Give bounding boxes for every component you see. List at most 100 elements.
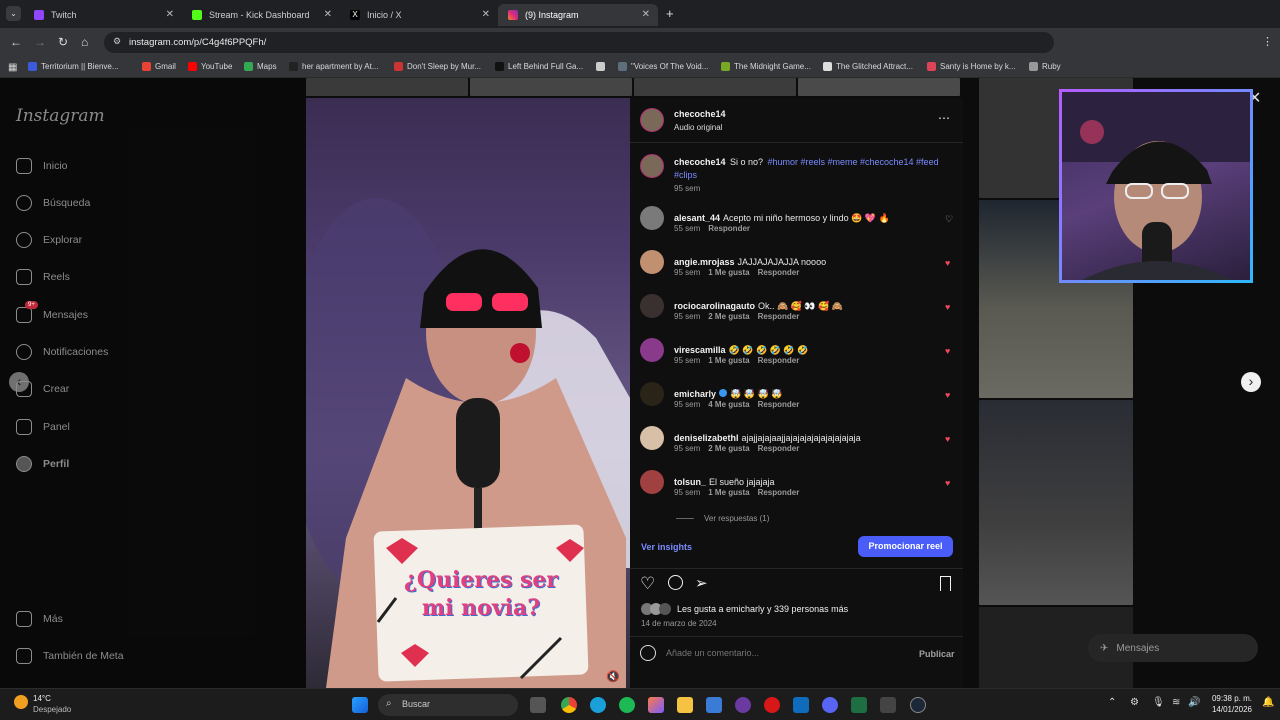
edge-icon[interactable] <box>590 697 606 713</box>
comment-reply-button[interactable]: Responder <box>758 268 800 277</box>
sidebar-item-perfil[interactable]: Perfil <box>16 456 69 472</box>
comment-reply-button[interactable]: Responder <box>758 400 800 409</box>
youtube-icon[interactable] <box>764 697 780 713</box>
more-options-icon[interactable]: ⋯ <box>938 111 950 125</box>
browser-menu-icon[interactable]: ⋮ <box>1262 35 1273 49</box>
store-icon[interactable] <box>706 697 722 713</box>
close-tab-icon[interactable]: ✕ <box>482 9 490 20</box>
comment-avatar[interactable] <box>640 470 664 494</box>
clock-date[interactable]: 14/01/2026 <box>1208 705 1252 714</box>
comment-like-icon[interactable]: ♥ <box>945 346 950 356</box>
comment-reply-button[interactable]: Responder <box>758 488 800 497</box>
comment-username[interactable]: emicharly <box>674 389 716 399</box>
bookmark-item[interactable]: Maps <box>244 62 277 71</box>
bookmark-item[interactable]: The Midnight Game... <box>721 62 811 71</box>
sidebar-item-búsqueda[interactable]: Búsqueda <box>16 195 90 211</box>
tab-twitch[interactable]: Twitch ✕ <box>24 4 182 26</box>
bookmark-item[interactable]: Gmail <box>142 62 176 71</box>
comment-reply-button[interactable]: Responder <box>758 356 800 365</box>
close-tab-icon[interactable]: ✕ <box>166 9 174 20</box>
taskbar-search[interactable]: ⌕ Buscar <box>378 694 518 716</box>
steam-icon[interactable] <box>910 697 926 713</box>
reel-video[interactable]: ¿Quieres ser mi novia? 🔇 <box>306 98 630 688</box>
comment-avatar[interactable] <box>640 294 664 318</box>
comment-like-icon[interactable]: ♥ <box>945 390 950 400</box>
author-username[interactable]: checoche14 <box>674 109 726 119</box>
discord-icon[interactable] <box>822 697 838 713</box>
sidebar-bottom-1[interactable]: También de Meta <box>16 648 124 664</box>
comment-username[interactable]: alesant_44 <box>674 213 720 223</box>
spotify-icon[interactable] <box>619 697 635 713</box>
bookmark-item[interactable]: Santy is Home by k... <box>927 62 1016 71</box>
sidebar-item-explorar[interactable]: Explorar <box>16 232 82 248</box>
back-icon[interactable]: ← <box>10 35 22 49</box>
comment-username[interactable]: tolsun_ <box>674 477 706 487</box>
task-view-icon[interactable] <box>530 697 546 713</box>
comment-likes[interactable]: 4 Me gusta <box>708 400 749 409</box>
comment-username[interactable]: deniselizabethl <box>674 433 739 443</box>
obs-icon[interactable] <box>735 697 751 713</box>
outlook-icon[interactable] <box>793 697 809 713</box>
comment-avatar[interactable] <box>640 426 664 450</box>
comment-reply-button[interactable]: Responder <box>758 444 800 453</box>
comment-username[interactable]: virescamilla <box>674 345 726 355</box>
close-tab-icon[interactable]: ✕ <box>324 9 332 20</box>
save-icon[interactable] <box>940 576 951 591</box>
next-post-button[interactable]: › <box>1241 372 1261 392</box>
weather-temp[interactable]: 14°C <box>33 694 51 703</box>
likes-summary[interactable]: Les gusta a emicharly y 339 personas más <box>677 604 848 614</box>
comment-like-icon[interactable]: ♡ <box>945 214 953 225</box>
reload-icon[interactable]: ↻ <box>58 35 68 49</box>
comment-icon[interactable] <box>668 575 683 590</box>
weather-desc[interactable]: Despejado <box>33 705 71 714</box>
comment-reply-button[interactable]: Responder <box>758 312 800 321</box>
wifi-icon[interactable]: ≋ <box>1172 697 1180 708</box>
tab-search-button[interactable]: ⌄ <box>6 6 21 21</box>
windows-start-icon[interactable] <box>352 697 368 713</box>
share-icon[interactable]: ➢ <box>695 574 708 592</box>
comment-like-icon[interactable]: ♥ <box>945 434 950 444</box>
comment-likes[interactable]: 2 Me gusta <box>708 312 749 321</box>
chrome-icon[interactable] <box>561 697 577 713</box>
instagram-logo[interactable]: Instagram <box>16 106 105 126</box>
tab-instagram[interactable]: (9) Instagram ✕ <box>498 4 658 26</box>
network-icon[interactable]: ⚙ <box>1130 697 1139 708</box>
sidebar-item-crear[interactable]: Crear <box>16 381 69 397</box>
bookmark-item[interactable]: "Voices Of The Void... <box>618 62 708 71</box>
site-info-icon[interactable]: ⚙ <box>113 36 121 47</box>
comment-like-icon[interactable]: ♥ <box>945 302 950 312</box>
comment-username[interactable]: rociocarolinagauto <box>674 301 755 311</box>
sidebar-item-inicio[interactable]: Inicio <box>16 158 68 174</box>
audio-label[interactable]: Audio original <box>674 123 722 132</box>
new-tab-button[interactable]: + <box>666 6 674 21</box>
url-bar[interactable]: ⚙ instagram.com/p/C4g4f6PPQFh/ <box>104 32 1054 53</box>
bookmark-item[interactable]: Don't Sleep by Mur... <box>394 62 481 71</box>
bookmark-item[interactable]: Territorium || Bienve... <box>28 62 119 71</box>
notifications-icon[interactable]: 🔔 <box>1262 697 1274 708</box>
comment-likes[interactable]: 2 Me gusta <box>708 444 749 453</box>
comment-avatar[interactable] <box>640 250 664 274</box>
comment-reply-button[interactable]: Responder <box>708 224 750 233</box>
clock-time[interactable]: 09:38 p. m. <box>1208 694 1252 703</box>
comment-avatar[interactable] <box>640 206 664 230</box>
sidebar-item-mensajes[interactable]: 9+ Mensajes <box>16 301 88 323</box>
sidebar-item-reels[interactable]: Reels <box>16 269 70 285</box>
publish-button[interactable]: Publicar <box>919 649 955 659</box>
volume-icon[interactable]: 🔊 <box>1188 697 1200 708</box>
sidebar-bottom-0[interactable]: Más <box>16 611 63 627</box>
home-icon[interactable]: ⌂ <box>81 35 88 49</box>
tray-chevron-icon[interactable]: ⌃ <box>1108 697 1116 708</box>
view-replies-button[interactable]: Ver respuestas (1) <box>676 514 769 523</box>
author-avatar[interactable] <box>640 108 664 132</box>
emoji-icon[interactable] <box>640 645 656 661</box>
weather-icon[interactable] <box>14 695 28 709</box>
bookmark-item[interactable] <box>596 62 609 71</box>
tab-kick[interactable]: Stream - Kick Dashboard ✕ <box>182 4 340 26</box>
copilot-icon[interactable] <box>648 697 664 713</box>
tab-x[interactable]: X Inicio / X ✕ <box>340 4 498 26</box>
close-tab-icon[interactable]: ✕ <box>642 9 650 20</box>
excel-icon[interactable] <box>851 697 867 713</box>
sidebar-item-notificaciones[interactable]: Notificaciones <box>16 344 108 360</box>
caption-avatar[interactable] <box>640 154 664 178</box>
comment-input[interactable] <box>666 645 906 661</box>
